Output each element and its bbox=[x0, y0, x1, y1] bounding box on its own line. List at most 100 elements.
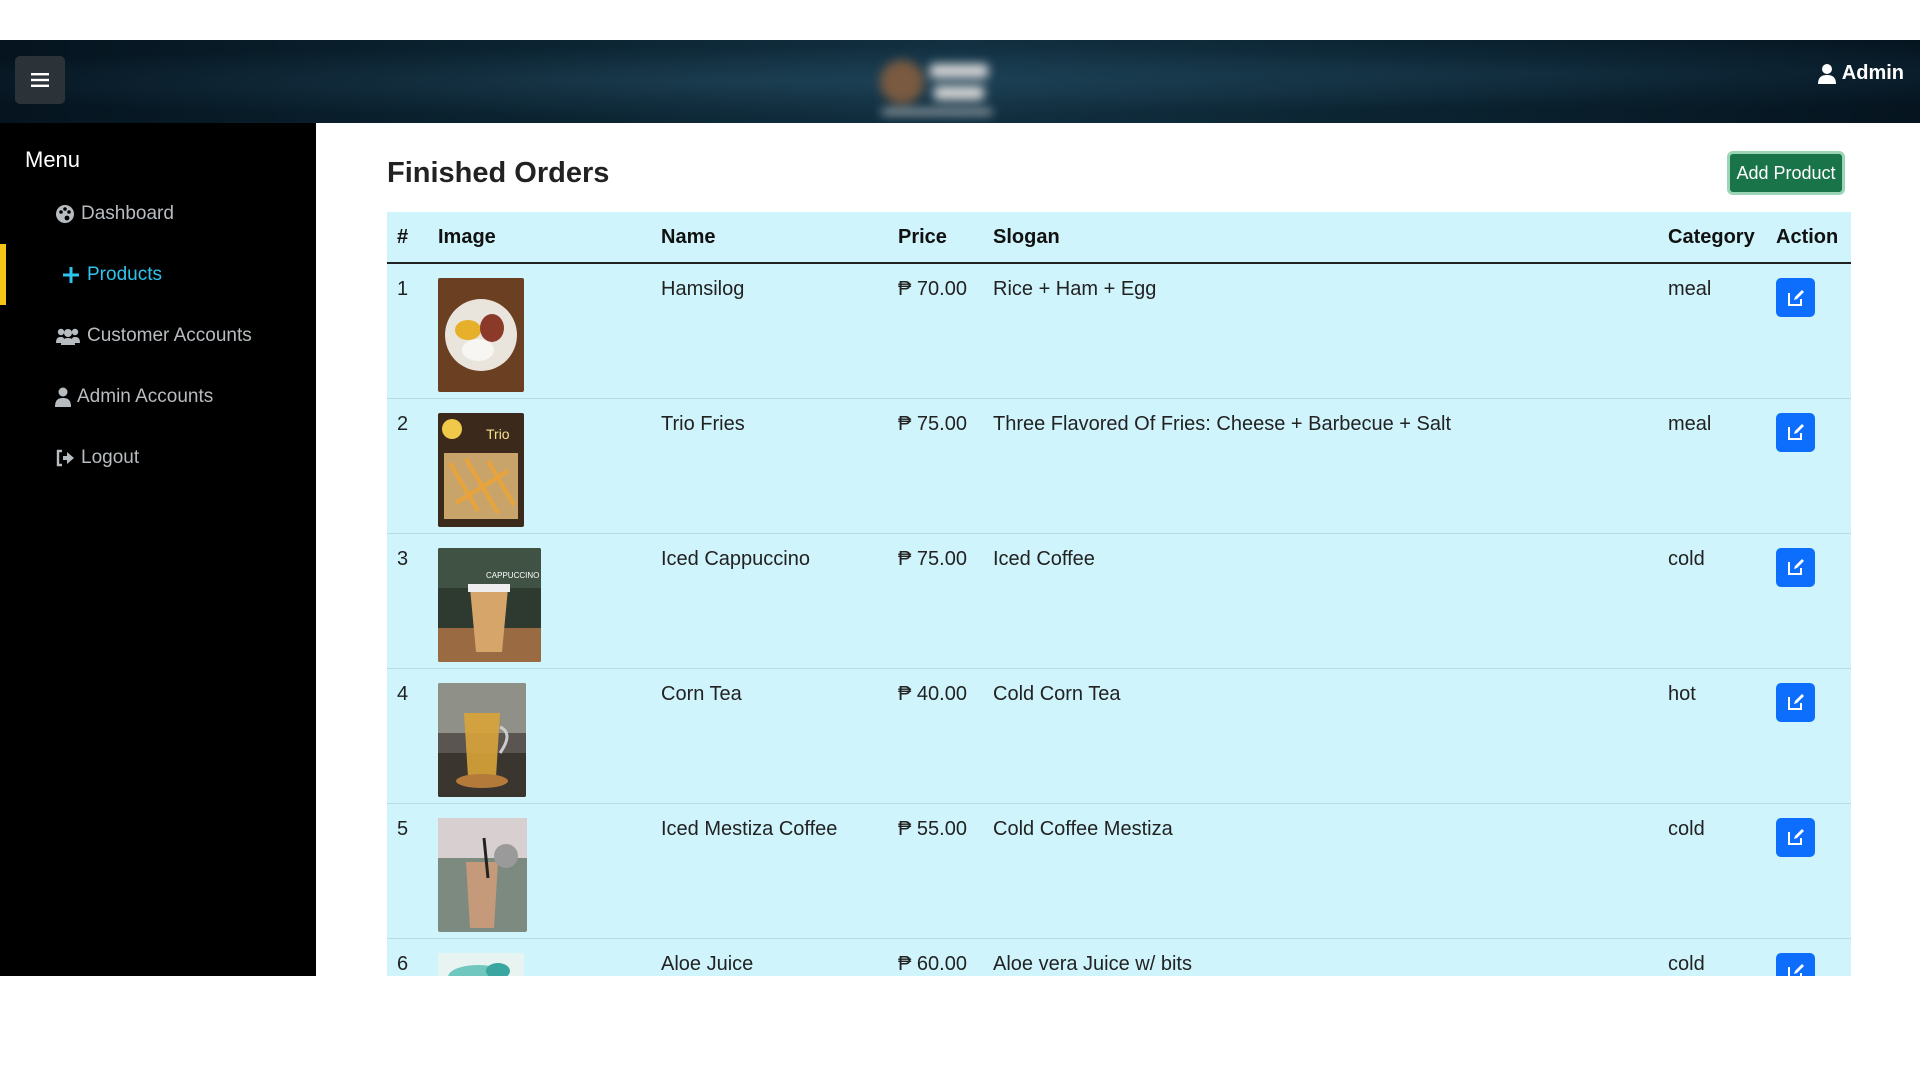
table-row: 5 Iced Mestiza Coffee ₱ 55.00 Cold Coffe… bbox=[387, 803, 1851, 939]
product-slogan: Rice + Ham + Egg bbox=[983, 263, 1658, 399]
row-number: 6 bbox=[387, 938, 428, 976]
sidebar-item-label: Logout bbox=[81, 446, 140, 468]
sidebar-item-label: Admin Accounts bbox=[77, 385, 214, 407]
palette-icon bbox=[55, 204, 75, 224]
column-header-name: Name bbox=[651, 212, 888, 264]
table-row: 2 Trio Trio Fries ₱ 75.00 Three Flavored… bbox=[387, 398, 1851, 534]
product-price: ₱ 70.00 bbox=[888, 263, 983, 399]
edit-icon bbox=[1787, 694, 1804, 710]
product-price: ₱ 75.00 bbox=[888, 533, 983, 669]
column-header-number: # bbox=[387, 212, 428, 264]
row-number: 3 bbox=[387, 533, 428, 669]
edit-button[interactable] bbox=[1776, 547, 1815, 587]
product-price: ₱ 40.00 bbox=[888, 668, 983, 804]
user-icon bbox=[1817, 63, 1836, 84]
image-cell bbox=[428, 938, 651, 976]
action-cell bbox=[1766, 533, 1851, 669]
sidebar-item-label: Customer Accounts bbox=[87, 324, 252, 346]
image-cell bbox=[428, 263, 651, 399]
product-price: ₱ 75.00 bbox=[888, 398, 983, 534]
top-header: Admin bbox=[0, 40, 1920, 123]
product-image-iced-mestiza-coffee bbox=[438, 817, 527, 932]
action-cell bbox=[1766, 668, 1851, 804]
edit-icon bbox=[1787, 289, 1804, 306]
row-number: 2 bbox=[387, 398, 428, 534]
product-slogan: Cold Coffee Mestiza bbox=[983, 803, 1658, 939]
product-slogan: Three Flavored Of Fries: Cheese + Barbec… bbox=[983, 398, 1658, 534]
product-image-trio-fries: Trio bbox=[438, 412, 524, 527]
admin-user-label: Admin bbox=[1841, 62, 1904, 84]
sidebar-item-label: Products bbox=[87, 263, 162, 285]
hamburger-icon bbox=[31, 73, 49, 87]
column-header-image: Image bbox=[428, 212, 651, 264]
page-title: Finished Orders bbox=[387, 157, 610, 189]
menu-toggle-button[interactable] bbox=[15, 56, 65, 104]
products-table-container: # Image Name Price Slogan Category Actio… bbox=[387, 212, 1851, 976]
row-number: 1 bbox=[387, 263, 428, 399]
action-cell bbox=[1766, 263, 1851, 399]
svg-text:CAPPUCCINO: CAPPUCCINO bbox=[486, 571, 539, 580]
table-row: 3 CAPPUCCINO Iced Cappuccino ₱ 75.00 Ice… bbox=[387, 533, 1851, 669]
add-product-button[interactable]: Add Product bbox=[1727, 151, 1845, 195]
edit-icon bbox=[1787, 829, 1804, 845]
product-name: Iced Mestiza Coffee bbox=[651, 803, 888, 939]
product-category: cold bbox=[1658, 803, 1766, 939]
product-category: meal bbox=[1658, 263, 1766, 399]
user-icon bbox=[55, 387, 71, 407]
action-cell bbox=[1766, 938, 1851, 976]
main-content: Finished Orders Add Product # Image Name… bbox=[316, 123, 1920, 976]
edit-icon bbox=[1787, 559, 1804, 575]
column-header-slogan: Slogan bbox=[983, 212, 1658, 264]
image-cell bbox=[428, 803, 651, 939]
product-image-hamsilog bbox=[438, 278, 524, 392]
sidebar: Menu Dashboard Products Customer Account… bbox=[0, 123, 316, 976]
product-slogan: Aloe vera Juice w/ bits bbox=[983, 938, 1658, 976]
users-icon bbox=[55, 326, 81, 346]
edit-button[interactable] bbox=[1776, 412, 1815, 452]
product-image-aloe-juice bbox=[438, 952, 524, 976]
edit-button[interactable] bbox=[1776, 278, 1815, 317]
edit-icon bbox=[1787, 424, 1804, 440]
product-slogan: Iced Coffee bbox=[983, 533, 1658, 669]
plus-icon bbox=[61, 265, 81, 285]
product-category: cold bbox=[1658, 533, 1766, 669]
table-row: 4 Corn Tea ₱ 40.00 Cold Corn Tea hot bbox=[387, 668, 1851, 804]
svg-text:Trio: Trio bbox=[486, 426, 510, 442]
products-table: # Image Name Price Slogan Category Actio… bbox=[387, 212, 1851, 976]
cafe-logo bbox=[880, 60, 992, 114]
product-image-iced-cappuccino: CAPPUCCINO bbox=[438, 547, 541, 662]
action-cell bbox=[1766, 803, 1851, 939]
product-slogan: Cold Corn Tea bbox=[983, 668, 1658, 804]
product-name: Hamsilog bbox=[651, 263, 888, 399]
image-cell: CAPPUCCINO bbox=[428, 533, 651, 669]
column-header-action: Action bbox=[1766, 212, 1851, 264]
table-row: 6 Aloe Juice ₱ 60.00 Aloe vera Juice w/ … bbox=[387, 938, 1851, 976]
product-name: Iced Cappuccino bbox=[651, 533, 888, 669]
product-name: Trio Fries bbox=[651, 398, 888, 534]
product-category: meal bbox=[1658, 398, 1766, 534]
column-header-category: Category bbox=[1658, 212, 1766, 264]
column-header-price: Price bbox=[888, 212, 983, 264]
product-price: ₱ 55.00 bbox=[888, 803, 983, 939]
row-number: 5 bbox=[387, 803, 428, 939]
app-window: Admin Menu Dashboard Products Customer A… bbox=[0, 40, 1920, 976]
table-row: 1 Hamsilog ₱ 70.00 Rice + Ham + Egg meal bbox=[387, 263, 1851, 399]
product-name: Corn Tea bbox=[651, 668, 888, 804]
edit-button[interactable] bbox=[1776, 817, 1815, 857]
product-name: Aloe Juice bbox=[651, 938, 888, 976]
sidebar-title: Menu bbox=[25, 147, 81, 172]
row-number: 4 bbox=[387, 668, 428, 804]
admin-user-menu[interactable]: Admin bbox=[1817, 62, 1904, 85]
product-price: ₱ 60.00 bbox=[888, 938, 983, 976]
product-category: hot bbox=[1658, 668, 1766, 804]
product-image-corn-tea bbox=[438, 682, 526, 797]
edit-button[interactable] bbox=[1776, 682, 1815, 722]
edit-button[interactable] bbox=[1776, 952, 1815, 976]
image-cell: Trio bbox=[428, 398, 651, 534]
image-cell bbox=[428, 668, 651, 804]
table-header-row: # Image Name Price Slogan Category Actio… bbox=[387, 212, 1851, 264]
edit-icon bbox=[1787, 964, 1804, 976]
product-category: cold bbox=[1658, 938, 1766, 976]
sidebar-item-label: Dashboard bbox=[81, 202, 174, 224]
action-cell bbox=[1766, 398, 1851, 534]
